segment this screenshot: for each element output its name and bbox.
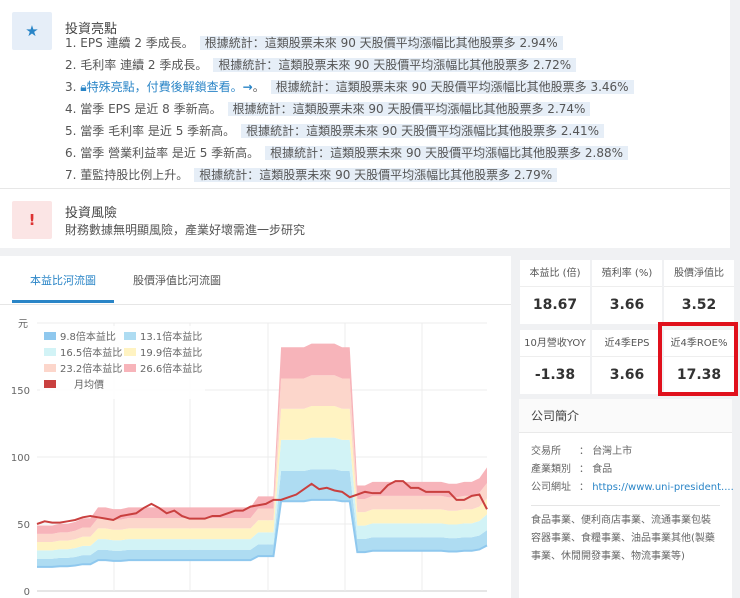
unlock-link[interactable]: 🔒︎特殊亮點，付費後解鎖查看。→ — [80, 80, 252, 94]
highlight-text: 2. 毛利率 連續 2 季成長。 — [65, 58, 208, 72]
highlight-item: 1. EPS 連續 2 季成長。 根據統計：這類股票未來 90 天股價平均漲幅比其… — [65, 34, 563, 52]
legend-label: 16.5倍本益比 — [60, 346, 122, 359]
metric-tile: 10月營收YOY -1.38 — [520, 330, 590, 394]
legend-label: 9.8倍本益比 — [60, 330, 116, 343]
metric-label: 股價淨值比 — [664, 260, 734, 287]
legend-swatch — [124, 348, 136, 356]
risk-text: 財務數據無明顯風險，產業好壞需進一步研究 — [65, 223, 306, 237]
highlight-stat: 根據統計：這類股票未來 90 天股價平均漲幅比其他股票多 2.88% — [265, 146, 629, 160]
company-website-link[interactable]: https://www.uni-president.... — [592, 482, 734, 493]
company-info-row: 交易所 ： 台灣上市 — [519, 443, 732, 461]
metric-value: 3.66 — [609, 297, 645, 313]
info-sep: ： — [579, 464, 589, 475]
highlight-text: 4. 當季 EPS 是近 8 季新高。 — [65, 102, 222, 116]
highlight-stat: 根據統計：這類股票未來 90 天股價平均漲幅比其他股票多 2.74% — [227, 102, 591, 116]
highlight-stat: 根據統計：這類股票未來 90 天股價平均漲幅比其他股票多 2.94% — [199, 36, 563, 50]
info-key: 公司網址 — [531, 482, 571, 493]
metric-tile: 本益比 (倍) 18.67 — [520, 260, 590, 324]
metric-label: 本益比 (倍) — [520, 260, 590, 287]
roe-highlight-box — [658, 322, 738, 396]
legend-swatch — [44, 332, 56, 340]
highlight-item: 3. 🔒︎特殊亮點，付費後解鎖查看。→。 根據統計：這類股票未來 90 天股價平均… — [65, 78, 634, 96]
highlight-item: 5. 當季 毛利率 是近 5 季新高。 根據統計：這類股票未來 90 天股價平均漲… — [65, 122, 605, 140]
y-tick-label: 0 — [24, 587, 30, 598]
highlight-stat: 根據統計：這類股票未來 90 天股價平均漲幅比其他股票多 2.79% — [194, 168, 558, 182]
highlight-stat: 根據統計：這類股票未來 90 天股價平均漲幅比其他股票多 2.41% — [241, 124, 605, 138]
risk-title: 投資風險 — [65, 206, 118, 221]
y-tick-label: 50 — [17, 520, 30, 531]
legend-label: 19.9倍本益比 — [140, 346, 202, 359]
arrow-right-icon[interactable]: → — [243, 80, 253, 94]
metric-tile: 殖利率 (%) 3.66 — [592, 260, 662, 324]
unlock-text: 特殊亮點，付費後解鎖查看。 — [86, 80, 243, 94]
info-value: 食品 — [592, 464, 613, 475]
highlight-item: 7. 董監持股比例上升。 根據統計：這類股票未來 90 天股價平均漲幅比其他股票多… — [65, 166, 558, 184]
highlight-item: 6. 當季 營業利益率 是近 5 季新高。 根據統計：這類股票未來 90 天股價平… — [65, 144, 629, 162]
info-key: 產業類別 — [531, 464, 571, 475]
pe-river-chart: 0 50 100 150 元 9.8倍本益比 13.1倍本益比 16.5倍本益比 19.9倍本益… — [11, 319, 488, 598]
highlight-text: 1. EPS 連續 2 季成長。 — [65, 36, 194, 50]
metric-tile: 近4季EPS 3.66 — [592, 330, 662, 394]
highlight-text: 6. 當季 營業利益率 是近 5 季新高。 — [65, 146, 260, 160]
highlight-text: 3. — [65, 80, 81, 94]
y-axis-label: 元 — [18, 319, 28, 330]
info-sep: ： — [579, 446, 589, 457]
metric-value: -1.38 — [534, 367, 576, 383]
highlight-suffix: 。 — [252, 80, 265, 94]
highlight-stat: 根據統計：這類股票未來 90 天股價平均漲幅比其他股票多 3.46% — [270, 80, 634, 94]
legend-label: 26.6倍本益比 — [140, 362, 202, 375]
investment-summary-card: ★ 投資亮點 1. EPS 連續 2 季成長。 根據統計：這類股票未來 90 天股… — [0, 0, 730, 248]
y-tick-label: 150 — [11, 386, 30, 397]
metric-label: 10月營收YOY — [520, 330, 590, 357]
legend-swatch — [124, 332, 136, 340]
highlight-item: 2. 毛利率 連續 2 季成長。 根據統計：這類股票未來 90 天股價平均漲幅比其… — [65, 56, 577, 74]
highlight-text: 5. 當季 毛利率 是近 5 季新高。 — [65, 124, 236, 138]
info-value: 台灣上市 — [592, 446, 633, 457]
legend-swatch — [44, 364, 56, 372]
metric-value: 3.52 — [681, 297, 717, 313]
metric-value: 18.67 — [532, 297, 578, 313]
divider — [0, 188, 730, 189]
legend-label: 23.2倍本益比 — [60, 362, 122, 375]
highlight-item: 4. 當季 EPS 是近 8 季新高。 根據統計：這類股票未來 90 天股價平均漲… — [65, 100, 591, 118]
legend-swatch — [44, 380, 56, 388]
star-icon: ★ — [12, 12, 52, 50]
metric-value: 3.66 — [609, 367, 645, 383]
info-sep: ： — [579, 482, 589, 493]
highlight-text: 7. 董監持股比例上升。 — [65, 168, 189, 182]
warning-icon: ! — [12, 201, 52, 239]
legend-swatch — [124, 364, 136, 372]
highlights-section: ★ 投資亮點 1. EPS 連續 2 季成長。 根據統計：這類股票未來 90 天股… — [12, 12, 712, 182]
legend-swatch — [44, 348, 56, 356]
metric-label: 近4季EPS — [592, 330, 662, 357]
company-title: 公司簡介 — [519, 399, 732, 433]
info-key: 交易所 — [531, 446, 561, 457]
y-tick-label: 100 — [11, 453, 30, 464]
pe-river-chart-card: 本益比河流圖 股價淨值比河流圖 0 50 100 150 元 9.8倍本益比 13.1倍本益… — [0, 256, 511, 598]
highlight-stat: 根據統計：這類股票未來 90 天股價平均漲幅比其他股票多 2.72% — [213, 58, 577, 72]
metric-tile: 股價淨值比 3.52 — [664, 260, 734, 324]
company-description: 食品事業、便利商店事業、流通事業包裝容器事業、食糧事業、油品事業其他(製藥事業、… — [531, 505, 720, 566]
company-info-row: 公司網址 ： https://www.uni-president.... — [519, 479, 734, 497]
legend-label: 13.1倍本益比 — [140, 330, 202, 343]
legend-label: 月均價 — [74, 378, 104, 391]
company-profile-card: 公司簡介 交易所 ： 台灣上市產業類別 ： 食品公司網址 ： https://www.… — [519, 399, 734, 598]
risk-section: ! 投資風險 財務數據無明顯風險，產業好壞需進一步研究 — [12, 201, 712, 241]
metric-label: 殖利率 (%) — [592, 260, 662, 287]
company-info-row: 產業類別 ： 食品 — [519, 461, 732, 479]
